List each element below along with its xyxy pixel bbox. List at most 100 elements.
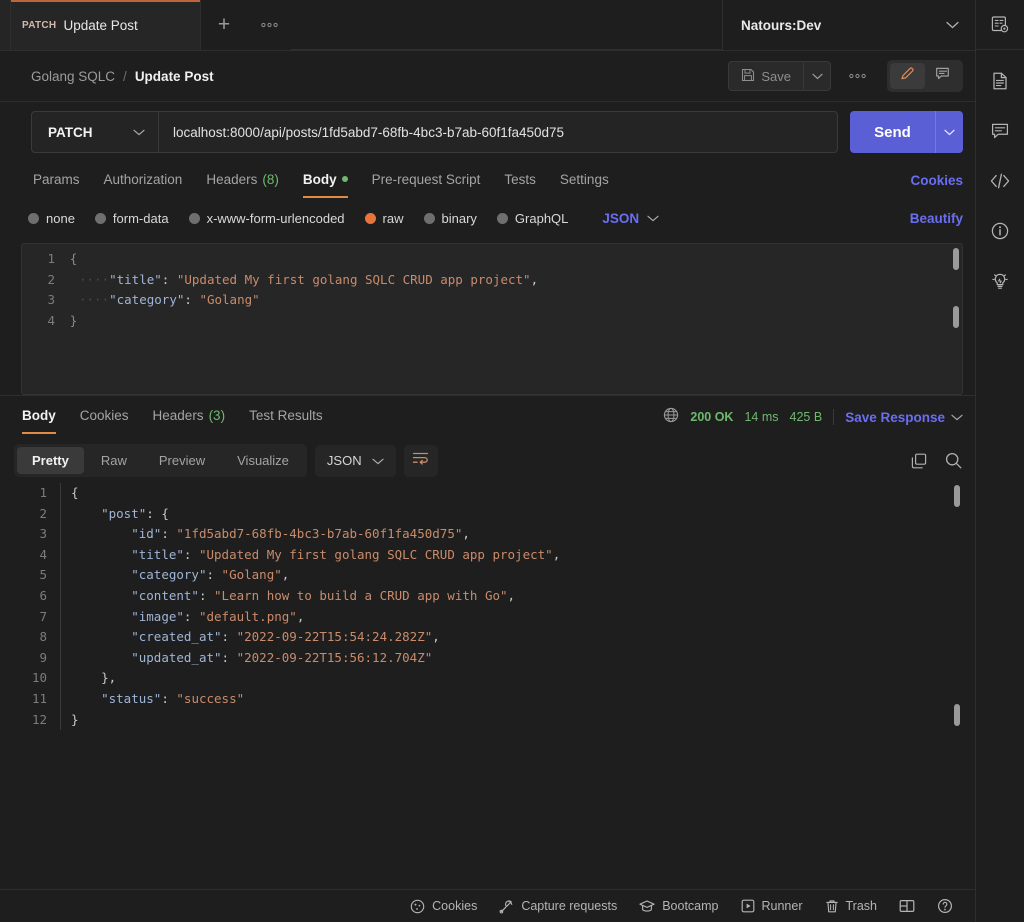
breadcrumb-row: Golang SQLC / Update Post Save	[0, 51, 1024, 102]
lightbulb-icon[interactable]	[976, 256, 1024, 306]
status-trash-button[interactable]: Trash	[814, 899, 889, 914]
breadcrumb-collection[interactable]: Golang SQLC	[31, 69, 115, 84]
tab-bar-spacer	[291, 0, 722, 50]
status-cookies-button[interactable]: Cookies	[399, 899, 488, 914]
response-tab-label: Body	[22, 408, 56, 423]
line-number: 3	[39, 526, 47, 542]
http-method-selector[interactable]: PATCH	[31, 111, 158, 153]
code-line: 1{	[22, 249, 962, 270]
request-editor-scrollbar-thumb[interactable]	[953, 306, 959, 328]
code-text: ····"title": "Updated My first golang SQ…	[79, 271, 539, 287]
response-body-editor[interactable]: 1{2 "post": {3 "id": "1fd5abd7-68fb-4bc3…	[14, 483, 963, 889]
request-tab-settings[interactable]: Settings	[548, 164, 621, 198]
response-view-pretty[interactable]: Pretty	[17, 447, 84, 474]
request-more-actions-icon[interactable]	[839, 61, 875, 91]
response-format-selector[interactable]: JSON	[314, 444, 396, 477]
response-view-raw[interactable]: Raw	[86, 447, 142, 474]
send-button[interactable]: Send	[850, 111, 935, 153]
response-tab-test-results[interactable]: Test Results	[237, 400, 335, 434]
help-circle-button[interactable]	[926, 898, 964, 914]
environment-quick-look-icon[interactable]	[975, 0, 1024, 50]
request-tab-tests[interactable]: Tests	[492, 164, 548, 198]
response-tab-cookies[interactable]: Cookies	[68, 400, 141, 434]
comments-icon[interactable]	[976, 106, 1024, 156]
send-options-button[interactable]	[935, 111, 963, 153]
request-cookies-link[interactable]: Cookies	[910, 173, 963, 188]
tab-options-icon[interactable]	[247, 0, 291, 50]
copy-icon[interactable]	[910, 452, 928, 470]
request-body-editor[interactable]: 1{2 ····"title": "Updated My first golang…	[21, 243, 963, 395]
request-tab-label: Settings	[559, 171, 609, 187]
code-text: },	[101, 670, 117, 686]
documentation-icon[interactable]	[976, 56, 1024, 106]
new-tab-button[interactable]: +	[201, 0, 247, 50]
breadcrumb-actions: Save	[728, 60, 975, 92]
body-type-label: none	[46, 210, 75, 226]
body-type-raw[interactable]: raw	[364, 211, 404, 226]
request-tab-authorization[interactable]: Authorization	[92, 164, 195, 198]
response-tabs: Body Cookies Headers (3) Test Results 200 OK…	[0, 396, 1024, 438]
breadcrumb-current[interactable]: Update Post	[135, 69, 214, 84]
body-format-selector[interactable]: JSON	[602, 209, 659, 227]
line-number: 9	[39, 649, 47, 665]
request-tab-update-post[interactable]: PATCH Update Post	[11, 0, 201, 50]
response-tab-label: Cookies	[79, 408, 129, 423]
response-body-code: 1{2 "post": {3 "id": "1fd5abd7-68fb-4bc3…	[14, 483, 963, 731]
body-type-graphql[interactable]: GraphQL	[496, 210, 569, 226]
info-circle-icon[interactable]	[976, 206, 1024, 256]
request-tab-body[interactable]: Body	[291, 164, 360, 198]
code-text: "id": "1fd5abd7-68fb-4bc3-b7ab-60f1fa450…	[131, 526, 470, 542]
code-text: "status": "success"	[101, 690, 245, 706]
code-snippet-icon[interactable]	[976, 156, 1024, 206]
body-type-x-www-form-urlencoded[interactable]: x-www-form-urlencoded	[188, 211, 345, 226]
environment-selector[interactable]: Natours:Dev	[722, 0, 975, 50]
body-type-binary[interactable]: binary	[423, 211, 477, 226]
comment-mode-button[interactable]	[925, 63, 960, 89]
status-runner-button[interactable]: Runner	[730, 899, 814, 913]
response-editor-scrollbar-top[interactable]	[954, 485, 960, 507]
request-editor-scrollbar-top[interactable]	[953, 248, 959, 270]
save-button[interactable]: Save	[728, 61, 803, 91]
status-bootcamp-button[interactable]: Bootcamp	[628, 899, 729, 913]
code-line: 8 "created_at": "2022-09-22T15:54:24.282…	[14, 627, 963, 648]
url-input[interactable]	[158, 111, 838, 153]
body-type-form-data[interactable]: form-data	[94, 211, 169, 226]
request-tab-params[interactable]: Params	[21, 164, 92, 198]
response-tab-label: Test Results	[249, 408, 323, 423]
graduation-cap-icon	[639, 899, 655, 913]
line-number: 3	[47, 292, 55, 308]
response-meta: 200 OK 14 ms 425 B Save Response	[663, 407, 963, 428]
line-number: 4	[39, 546, 47, 562]
response-tab-headers[interactable]: Headers (3)	[141, 400, 238, 434]
response-view-preview[interactable]: Preview	[144, 447, 220, 474]
radio-button-icon	[188, 212, 200, 224]
status-capture-requests-button[interactable]: Capture requests	[488, 899, 628, 914]
code-line: 6 "content": "Learn how to build a CRUD …	[14, 585, 963, 607]
radio-button-icon	[94, 212, 106, 224]
layout-panels-icon	[899, 899, 915, 913]
word-wrap-button[interactable]	[403, 444, 438, 477]
line-number: 7	[39, 608, 47, 624]
search-icon[interactable]	[944, 451, 963, 470]
save-options-button[interactable]	[803, 61, 831, 91]
code-text: "created_at": "2022-09-22T15:54:24.282Z"…	[131, 629, 440, 645]
request-tab-pre-request-script[interactable]: Pre-request Script	[360, 164, 493, 198]
response-editor-scrollbar-thumb[interactable]	[954, 704, 960, 726]
response-view-visualize[interactable]: Visualize	[222, 447, 304, 474]
runner-icon	[741, 899, 755, 913]
layout-panels-button[interactable]	[888, 899, 926, 913]
code-text: }	[71, 711, 79, 727]
request-tab-headers[interactable]: Headers (8)	[194, 164, 291, 198]
code-fold-marker	[60, 647, 71, 669]
save-response-button[interactable]: Save Response	[845, 408, 963, 426]
beautify-button[interactable]: Beautify	[910, 211, 963, 226]
body-type-label: GraphQL	[514, 210, 569, 226]
edit-mode-button[interactable]	[890, 63, 925, 89]
body-type-none[interactable]: none	[28, 211, 75, 226]
body-type-options: none form-data x-www-form-urlencoded raw bin…	[28, 211, 588, 226]
code-text: {	[71, 485, 79, 500]
satellite-icon	[499, 899, 514, 914]
right-icon-rail	[975, 0, 1024, 922]
response-tab-body[interactable]: Body	[10, 400, 68, 434]
code-text: "post": {	[101, 505, 169, 521]
